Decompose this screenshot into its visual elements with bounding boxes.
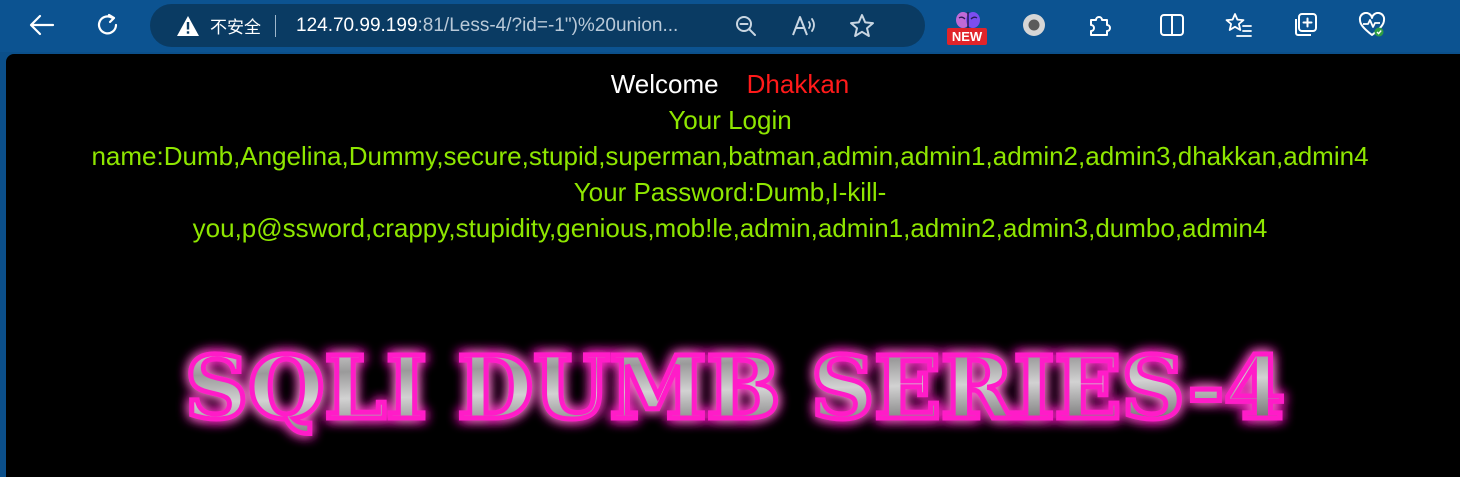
series-logo: SQLI DUMB SERIES-4 [170, 316, 1300, 456]
login-names: name:Dumb,Angelina,Dummy,secure,stupid,s… [91, 141, 1369, 171]
password-line-2: you,p@ssword,crappy,stupidity,genious,mo… [192, 213, 1268, 243]
new-badge: NEW [947, 28, 987, 45]
heart-pulse-icon[interactable] [1352, 6, 1392, 44]
welcome-label: Welcome [610, 69, 719, 99]
series-logo-text: SQLI DUMB SERIES-4 [185, 338, 1285, 439]
welcome-name: Dhakkan [746, 69, 850, 99]
favorites-list-icon[interactable] [1219, 6, 1259, 44]
warning-icon[interactable] [176, 15, 200, 37]
browser-toolbar: 不安全 124.70.99.199:81/Less-4/?id=-1")%20u… [0, 0, 1460, 52]
read-aloud-icon[interactable] [786, 8, 822, 44]
url-text[interactable]: 124.70.99.199:81/Less-4/?id=-1")%20union… [296, 15, 716, 37]
zoom-out-icon[interactable] [728, 8, 764, 44]
url-host: 124.70.99.199 [296, 14, 418, 36]
star-icon[interactable] [844, 8, 880, 44]
security-label[interactable]: 不安全 [210, 13, 261, 38]
split-screen-icon[interactable] [1152, 6, 1192, 44]
address-divider [275, 14, 276, 37]
collections-icon[interactable] [1286, 6, 1326, 44]
puzzle-icon[interactable] [1080, 6, 1120, 44]
circle-extension-icon[interactable] [1014, 6, 1054, 44]
back-arrow-icon[interactable] [22, 6, 62, 44]
url-path: :81/Less-4/?id=-1")%20union... [417, 14, 679, 36]
welcome-line: Welcome Dhakkan [0, 66, 1460, 102]
page-content: Welcome Dhakkan Your Login name:Dumb,Ange… [0, 66, 1460, 246]
refresh-icon[interactable] [88, 6, 128, 44]
password-line-1: Your Password:Dumb,I-kill- [573, 177, 887, 207]
login-heading: Your Login [668, 105, 792, 135]
address-bar[interactable]: 不安全 124.70.99.199:81/Less-4/?id=-1")%20u… [150, 4, 925, 47]
